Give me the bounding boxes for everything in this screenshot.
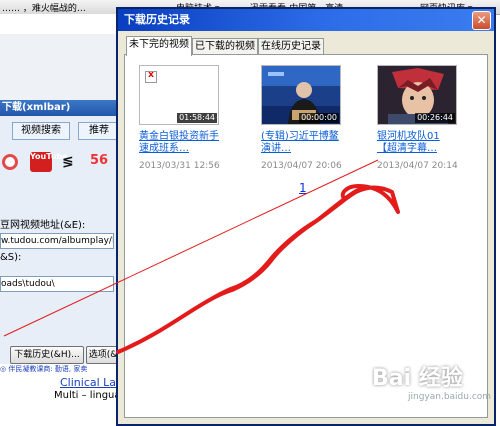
- background-window: 下载(xmlbar) 视频搜索 推荐 YouTube ≶ 56 豆网视频地址(&…: [0, 14, 121, 426]
- video-date: 2013/03/31 12:56: [139, 161, 220, 171]
- video-date: 2013/04/07 20:14: [377, 161, 458, 171]
- downloader-app: 下载(xmlbar) 视频搜索 推荐 YouTube ≶ 56 豆网视频地址(&…: [0, 100, 120, 364]
- youtube-icon[interactable]: YouTube: [30, 152, 68, 172]
- close-button[interactable]: ✕: [472, 11, 491, 30]
- bookmark-item[interactable]: …… ，难火幅战的…: [2, 1, 86, 14]
- video-date: 2013/04/07 20:06: [261, 161, 342, 171]
- close-icon: ✕: [476, 13, 487, 27]
- video-duration: 00:00:00: [299, 113, 339, 123]
- video-title-link[interactable]: 银河机攻队01【超清字幕…: [377, 131, 459, 155]
- options-button[interactable]: 选项(&: [86, 346, 120, 364]
- tudou-icon[interactable]: ≶: [62, 154, 74, 170]
- pagination-page-link[interactable]: 1: [299, 181, 307, 195]
- video-thumbnail[interactable]: x 01:58:44: [139, 65, 219, 125]
- site-56-icon[interactable]: 56: [90, 153, 108, 168]
- tab-recommend[interactable]: 推荐: [78, 122, 120, 140]
- video-title-link[interactable]: 黄金白银投资新手速成班系…: [139, 131, 221, 155]
- broken-image-icon: x: [145, 70, 157, 83]
- ad-link[interactable]: Clinical La: [60, 376, 116, 389]
- app-title: 下载(xmlbar): [0, 100, 120, 116]
- watermark-url: jingyan.baidu.com: [408, 392, 492, 402]
- ad-subtitle: Multi – lingua: [54, 390, 121, 401]
- tab-online-history[interactable]: 在线历史记录: [258, 38, 324, 55]
- address-label: 豆网视频地址(&E):: [0, 220, 86, 231]
- address-input[interactable]: w.tudou.com/albumplay/RY: [0, 233, 114, 249]
- page-content: ◎ 伴民凝教课商: 勤语, 家卖 Clinical La Multi – lin…: [0, 364, 121, 426]
- tab-video-search[interactable]: 视频搜索: [12, 122, 70, 140]
- video-title-link[interactable]: (专辑)习近平博鳌演讲…: [261, 131, 343, 155]
- play-icon[interactable]: [2, 154, 18, 170]
- tab-downloaded-videos[interactable]: 已下载的视频: [192, 38, 258, 55]
- dialog-title: 下载历史记录: [118, 9, 494, 31]
- video-duration: 00:26:44: [415, 113, 455, 123]
- save-path-input[interactable]: oads\tudou\: [0, 276, 114, 292]
- video-thumbnail[interactable]: 00:26:44: [377, 65, 457, 125]
- video-thumbnail[interactable]: 00:00:00: [261, 65, 341, 125]
- video-duration: 01:58:44: [177, 113, 217, 123]
- save-label: &S):: [0, 252, 22, 263]
- banner-text[interactable]: ◎ 伴民凝教课商: 勤语, 家卖: [0, 364, 118, 374]
- baidu-watermark-logo: Bai 经验: [372, 366, 463, 391]
- download-history-button[interactable]: 下载历史(&H)...: [10, 346, 84, 364]
- tab-unfinished-videos[interactable]: 未下完的视频: [126, 36, 192, 56]
- site-icons: YouTube ≶ 56: [0, 152, 118, 174]
